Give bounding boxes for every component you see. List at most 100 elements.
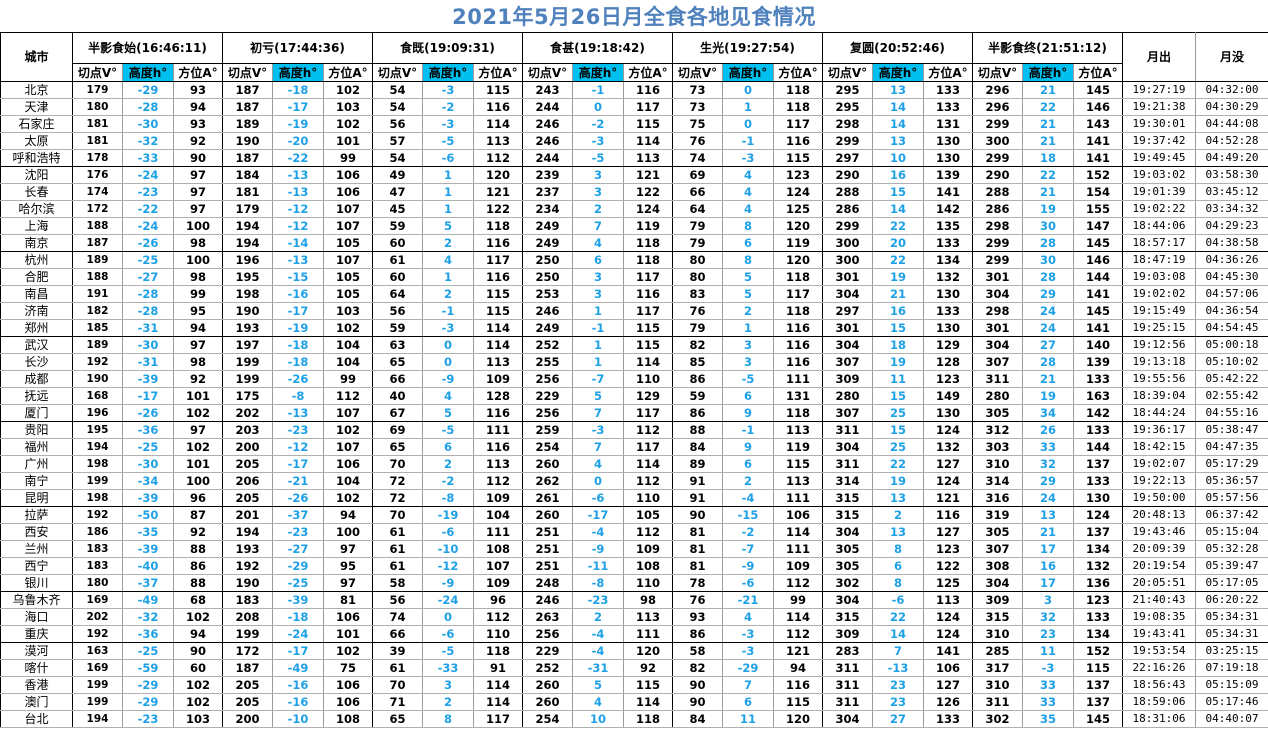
azimuth-cell: 107 [323,200,373,218]
azimuth-cell: 116 [473,98,523,116]
altitude-cell: -3 [572,132,624,150]
contact-angle-cell: 297 [822,149,873,167]
azimuth-cell: 111 [773,489,823,507]
altitude-cell: 23 [1022,625,1074,643]
altitude-cell: -21 [272,472,324,490]
altitude-cell: -17 [572,506,624,524]
azimuth-cell: 102 [323,319,373,337]
altitude-cell: -19 [422,506,474,524]
contact-angle-cell: 310 [972,625,1023,643]
azimuth-header: 方位A° [173,63,223,82]
contact-angle-cell: 49 [372,166,423,184]
contact-angle-cell: 316 [972,489,1023,507]
azimuth-cell: 141 [1073,132,1123,150]
altitude-cell: -39 [272,591,324,609]
azimuth-cell: 113 [623,608,673,626]
contact-angle-cell: 199 [222,353,273,371]
moonset-cell: 07:19:18 [1195,659,1268,677]
contact-angle-cell: 200 [222,438,273,456]
altitude-cell: 0 [422,608,474,626]
table-row: 兰州 183 -39 88 193 -27 97 61 -10 108 251 -9 109 81 -7 11… [0,540,1268,558]
contact-angle-cell: 201 [222,506,273,524]
altitude-cell: -23 [572,591,624,609]
contact-angle-cell: 200 [222,710,273,728]
altitude-cell: -25 [122,251,174,269]
contact-angle-cell: 198 [72,455,123,473]
altitude-cell: 1 [572,302,624,320]
altitude-cell: -26 [272,370,324,388]
contact-angle-cell: 193 [222,319,273,337]
azimuth-cell: 124 [923,472,973,490]
moonrise-cell: 18:44:24 [1122,404,1196,422]
city-cell: 兰州 [0,540,73,558]
azimuth-cell: 140 [1073,336,1123,354]
city-cell: 武汉 [0,336,73,354]
azimuth-cell: 106 [323,693,373,711]
altitude-cell: 13 [872,523,924,541]
moonset-cell: 04:36:26 [1195,251,1268,269]
moonrise-cell: 19:03:08 [1122,268,1196,286]
altitude-cell: -6 [422,523,474,541]
table-row: 呼和浩特 178 -33 90 187 -22 99 54 -6 112 244 -5 113 74 -3 1… [0,149,1268,167]
altitude-cell: 0 [572,472,624,490]
altitude-cell: -29 [272,557,324,575]
contact-angle-cell: 78 [672,574,723,592]
moonrise-cell: 19:08:35 [1122,608,1196,626]
contact-angle-cell: 194 [72,710,123,728]
azimuth-cell: 118 [773,98,823,116]
contact-angle-cell: 63 [372,336,423,354]
azimuth-cell: 122 [473,200,523,218]
contact-angle-cell: 181 [72,132,123,150]
azimuth-cell: 133 [1073,370,1123,388]
azimuth-cell: 96 [473,591,523,609]
altitude-cell: 28 [1022,353,1074,371]
altitude-cell: 10 [872,149,924,167]
table-row: 天津 180 -28 94 187 -17 103 54 -2 116 244 0 117 73 1 118 2… [0,98,1268,116]
moonset-cell: 05:34:31 [1195,608,1268,626]
azimuth-cell: 118 [773,268,823,286]
moonrise-cell: 18:59:06 [1122,693,1196,711]
contact-angle-cell: 65 [372,353,423,371]
table-row: 济南 182 -28 95 190 -17 103 56 -1 115 246 1 117 76 2 118 2… [0,302,1268,320]
azimuth-cell: 100 [173,251,223,269]
contact-angle-cell: 192 [72,506,123,524]
contact-angle-cell: 90 [672,693,723,711]
azimuth-cell: 133 [923,234,973,252]
moonset-header: 月没 [1195,32,1268,82]
altitude-cell: -10 [422,540,474,558]
table-row: 漠河 163 -25 90 172 -17 102 39 -5 118 229 -4 120 58 -3 12… [0,642,1268,660]
altitude-cell: 32 [1022,455,1074,473]
altitude-cell: 14 [872,115,924,133]
azimuth-cell: 114 [473,693,523,711]
contact-angle-header: 切点V° [672,63,723,82]
azimuth-cell: 123 [923,540,973,558]
azimuth-cell: 99 [323,149,373,167]
city-header: 城市 [0,32,73,82]
azimuth-cell: 133 [1073,608,1123,626]
contact-angle-cell: 189 [72,336,123,354]
azimuth-cell: 102 [323,642,373,660]
moonset-cell: 03:45:12 [1195,183,1268,201]
altitude-cell: 3 [572,268,624,286]
altitude-cell: 5 [572,387,624,405]
contact-angle-cell: 61 [372,557,423,575]
altitude-cell: 15 [872,387,924,405]
azimuth-cell: 115 [623,336,673,354]
contact-angle-cell: 205 [222,455,273,473]
azimuth-cell: 106 [923,659,973,677]
table-row: 福州 194 -25 102 200 -12 107 65 6 116 254 7 117 84 9 119 3… [0,438,1268,456]
altitude-cell: -35 [122,523,174,541]
azimuth-cell: 120 [773,251,823,269]
azimuth-cell: 90 [173,642,223,660]
altitude-cell: -4 [572,523,624,541]
altitude-cell: -15 [272,268,324,286]
azimuth-cell: 93 [173,115,223,133]
azimuth-cell: 102 [173,693,223,711]
contact-angle-cell: 181 [222,183,273,201]
azimuth-cell: 123 [1073,591,1123,609]
contact-angle-cell: 263 [522,608,573,626]
moonrise-cell: 18:47:19 [1122,251,1196,269]
contact-angle-cell: 196 [222,251,273,269]
azimuth-cell: 101 [323,625,373,643]
altitude-cell: -29 [122,676,174,694]
